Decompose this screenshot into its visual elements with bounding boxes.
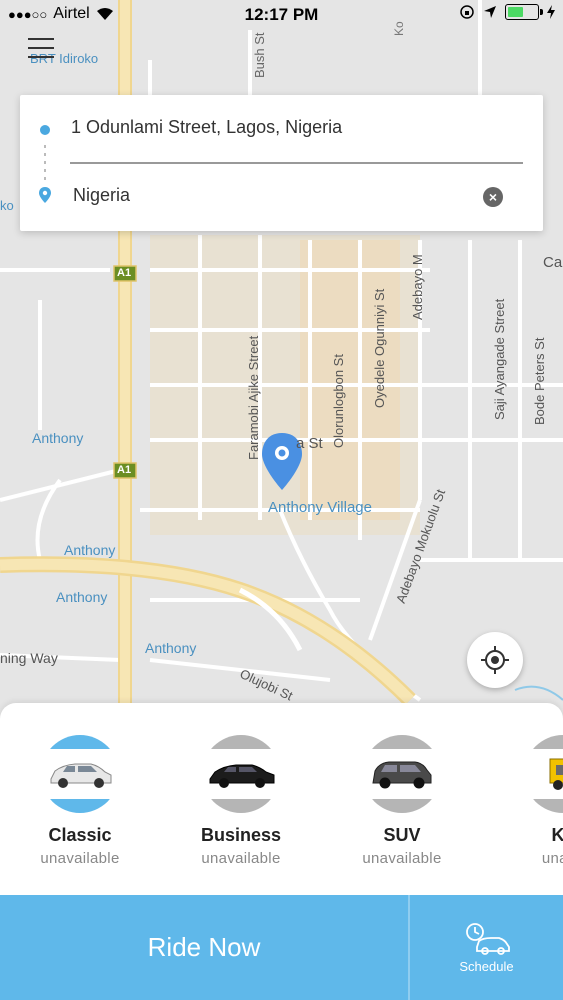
map-label-olorunlogbon: Olorunlogbon St — [331, 354, 346, 448]
route-connector — [44, 145, 46, 185]
vehicle-status: unavailable — [362, 850, 442, 867]
highway-label-a1-2: A1 — [117, 464, 132, 476]
vehicle-option-suv[interactable]: SUV unavailable — [327, 735, 477, 867]
address-card: 1 Odunlami Street, Lagos, Nigeria Nigeri… — [20, 95, 543, 231]
vehicle-option-classic[interactable]: Classic unavailable — [5, 735, 155, 867]
vehicle-name: SUV — [383, 825, 421, 845]
vehicle-name: Ke — [551, 825, 563, 845]
vehicle-status: unava — [541, 850, 563, 867]
vehicle-icon-circle — [363, 735, 441, 813]
location-arrow-icon — [484, 6, 496, 18]
destination-pin-icon — [39, 187, 51, 203]
sedan-car-icon — [50, 763, 112, 788]
map-label-anthony-4: Anthony — [145, 640, 197, 656]
luxury-car-icon — [209, 764, 275, 788]
schedule-car-clock-icon — [465, 923, 510, 955]
suv-car-icon — [372, 761, 432, 789]
vehicle-status: unavailable — [40, 850, 120, 867]
schedule-button[interactable]: Schedule — [410, 895, 563, 1000]
ride-now-button[interactable]: Ride Now — [0, 895, 408, 1000]
map-label-ning-way: ning Way — [0, 650, 58, 666]
vehicle-icon-circle — [524, 735, 563, 813]
highway-label-a1: A1 — [117, 267, 132, 279]
map-label-ca: Ca — [543, 254, 563, 271]
map-label-anthony-1: Anthony — [32, 430, 84, 446]
charging-icon — [547, 5, 555, 19]
rotation-lock-icon — [460, 5, 474, 19]
hamburger-line — [28, 56, 54, 58]
vehicle-option-keke[interactable]: Ke unava — [488, 735, 563, 867]
map-label-adebayo-m: Adebayo M — [410, 254, 425, 320]
map-label-anthony-village: Anthony Village — [268, 499, 372, 516]
vehicle-name: Classic — [48, 825, 112, 845]
map-label-bush-st: Bush St — [252, 32, 267, 78]
status-bar: ●●●○○ Airtel 12:17 PM — [0, 0, 563, 30]
map-label-oyedele: Oyedele Ogunniyi St — [372, 288, 387, 408]
hamburger-line — [28, 47, 54, 49]
map-label-ko-left: ko — [0, 198, 14, 213]
map-label-anthony-2: Anthony — [64, 542, 116, 558]
destination-address[interactable]: Nigeria — [73, 185, 130, 206]
map-label-a-st: a St — [296, 435, 323, 452]
hamburger-line — [28, 38, 54, 40]
origin-dot-icon — [40, 125, 50, 135]
tricycle-icon — [549, 758, 563, 790]
battery-icon — [505, 4, 543, 20]
status-icons — [459, 4, 555, 20]
vehicle-icon-circle — [41, 735, 119, 813]
vehicle-status: unavailable — [201, 850, 281, 867]
map-label-faramobi: Faramobi Ajike Street — [246, 335, 261, 460]
vehicle-option-business[interactable]: Business unavailable — [166, 735, 316, 867]
crosshair-icon — [481, 646, 509, 674]
address-divider — [70, 162, 523, 164]
battery-level — [508, 7, 523, 17]
vehicle-name: Business — [200, 825, 282, 845]
map-label-bode: Bode Peters St — [532, 337, 547, 425]
pickup-address[interactable]: 1 Odunlami Street, Lagos, Nigeria — [71, 117, 342, 138]
vehicle-selector: Classic unavailable Business unavailable — [0, 703, 563, 895]
map-label-saji: Saji Ayangade Street — [492, 298, 507, 420]
clear-destination-button[interactable]: × — [483, 187, 503, 207]
vehicle-icon-circle — [202, 735, 280, 813]
my-location-button[interactable] — [467, 632, 523, 688]
schedule-label: Schedule — [459, 959, 514, 974]
map-label-anthony-3: Anthony — [56, 589, 108, 605]
ride-now-label: Ride Now — [147, 932, 261, 962]
menu-button[interactable] — [28, 38, 54, 60]
